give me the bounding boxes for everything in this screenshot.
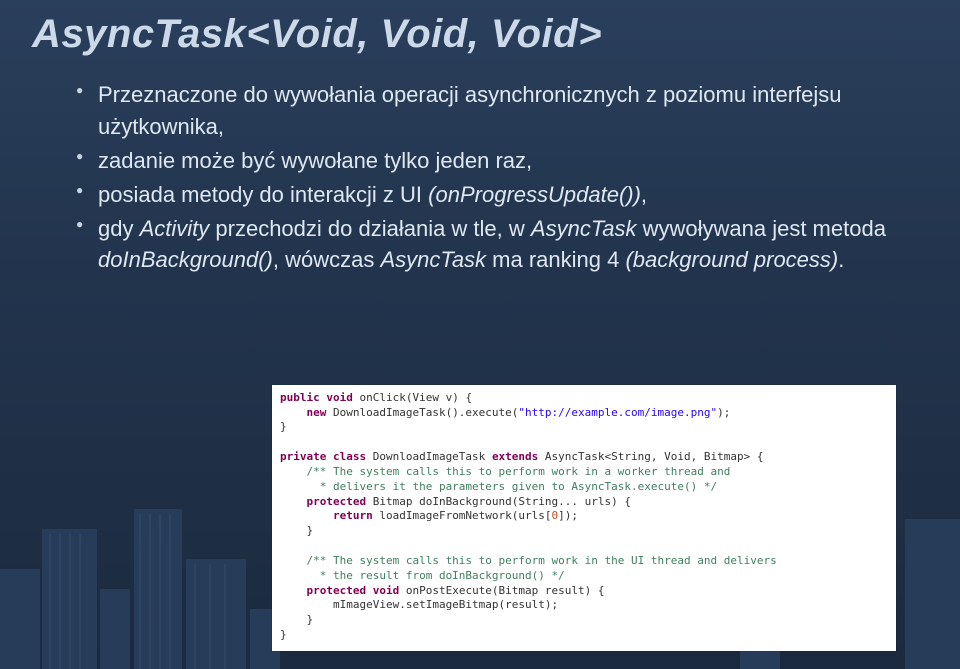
bullet-item: posiada metody do interakcji z UI (onPro… [76,179,896,211]
bullet-text: ma ranking 4 [486,247,625,272]
bullet-list: Przeznaczone do wywołania operacji async… [76,79,896,276]
slide-title: AsyncTask<Void, Void, Void> [32,12,928,57]
bullet-text: posiada metody do interakcji z UI [98,182,428,207]
inline-em: Activity [140,216,210,241]
slide: AsyncTask<Void, Void, Void> Przeznaczone… [0,0,960,669]
bullet-text: . [838,247,844,272]
inline-em: AsyncTask [531,216,637,241]
bullet-text: , wówczas [273,247,381,272]
bullet-item: gdy Activity przechodzi do działania w t… [76,213,896,277]
inline-em: (background process) [625,247,838,272]
bullet-text: przechodzi do działania w tle, w [209,216,531,241]
code-snippet: public void onClick(View v) { new Downlo… [272,385,896,651]
bullet-item: zadanie może być wywołane tylko jeden ra… [76,145,896,177]
bullet-text: gdy [98,216,140,241]
inline-code: doInBackground() [98,247,273,272]
bullet-text: , [641,182,647,207]
inline-code: (onProgressUpdate()) [428,182,641,207]
inline-em: AsyncTask [380,247,486,272]
code-pre: public void onClick(View v) { new Downlo… [280,391,888,643]
bullet-text: wywoływana jest metoda [636,216,885,241]
bullet-item: Przeznaczone do wywołania operacji async… [76,79,896,143]
